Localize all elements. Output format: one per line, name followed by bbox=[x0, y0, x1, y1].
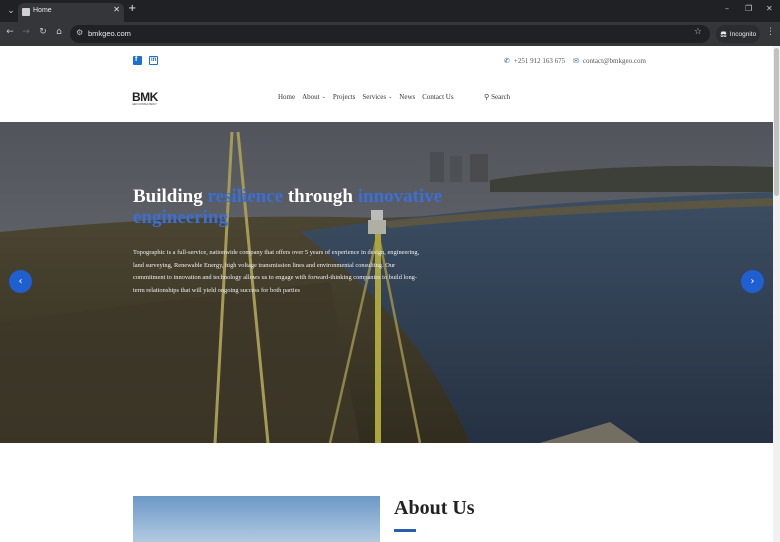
email-address: contact@bmkgeo.com bbox=[582, 57, 646, 65]
url-text[interactable]: bmkgeo.com bbox=[88, 29, 131, 38]
about-image bbox=[133, 496, 380, 542]
nav-item-label: News bbox=[399, 93, 416, 101]
nav-menu: Home About ⌄ Projects Services ⌄ News Cont… bbox=[278, 93, 454, 101]
reload-button[interactable]: ↻ bbox=[37, 27, 49, 37]
new-tab-button[interactable]: + bbox=[128, 3, 136, 14]
search-label: Search bbox=[491, 93, 511, 101]
browser-toolbar: ← → ↻ ⌂ ⚙ bmkgeo.com ☆ Incognito ⋮ bbox=[0, 22, 780, 46]
search-button[interactable]: ⚲ Search bbox=[484, 93, 510, 101]
forward-button[interactable]: → bbox=[20, 27, 32, 37]
nav-item-projects[interactable]: Projects bbox=[333, 93, 356, 101]
chevron-left-icon: ‹ bbox=[18, 276, 23, 287]
hero-title: Building resilience through innovative e… bbox=[133, 186, 453, 228]
email-contact[interactable]: ✉ contact@bmkgeo.com bbox=[573, 57, 646, 65]
favicon-icon bbox=[22, 8, 30, 16]
restore-button[interactable]: ❐ bbox=[745, 4, 752, 13]
window-close-button[interactable]: ✕ bbox=[766, 4, 773, 13]
carousel-prev-button[interactable]: ‹ bbox=[9, 270, 32, 293]
site-logo[interactable]: BMK GEO CONSULTANCY bbox=[132, 91, 162, 111]
hero-description: Topographic is a full-service, nationwid… bbox=[133, 249, 420, 294]
nav-item-news[interactable]: News bbox=[399, 93, 415, 101]
hero-title-part: Building bbox=[133, 186, 208, 207]
chevron-down-icon: ⌄ bbox=[388, 94, 393, 100]
hero-carousel: Building resilience through innovative e… bbox=[0, 122, 773, 443]
scrollbar-thumb[interactable] bbox=[774, 48, 779, 196]
incognito-label: Incognito bbox=[729, 30, 757, 38]
tab-search-icon[interactable]: ⌄ bbox=[4, 4, 18, 18]
browser-tabstrip: ⌄ Home ✕ + – ❐ ✕ bbox=[0, 0, 780, 22]
nav-item-services[interactable]: Services ⌄ bbox=[362, 93, 392, 101]
logo-text: BMK bbox=[132, 90, 158, 104]
main-navbar: BMK GEO CONSULTANCY Home About ⌄ Projects… bbox=[0, 76, 773, 122]
nav-item-label: About bbox=[302, 93, 320, 101]
tab-close-icon[interactable]: ✕ bbox=[113, 5, 120, 14]
nav-item-label: Contact Us bbox=[422, 93, 454, 101]
incognito-icon bbox=[720, 31, 727, 37]
chevron-right-icon: › bbox=[750, 276, 755, 287]
search-icon: ⚲ bbox=[484, 93, 490, 101]
home-button[interactable]: ⌂ bbox=[53, 27, 65, 37]
hero-title-part: through bbox=[283, 186, 358, 207]
carousel-next-button[interactable]: › bbox=[741, 270, 764, 293]
email-icon: ✉ bbox=[573, 57, 579, 65]
address-bar[interactable]: ⚙ bmkgeo.com ☆ bbox=[70, 25, 710, 43]
bookmark-star-icon[interactable]: ☆ bbox=[694, 27, 702, 37]
page-scrollbar[interactable] bbox=[773, 46, 780, 542]
browser-menu-icon[interactable]: ⋮ bbox=[766, 27, 775, 37]
web-page: f in ✆ +251 912 163 675 ✉ contact@bmkgeo… bbox=[0, 46, 773, 542]
tab-title: Home bbox=[33, 7, 52, 14]
site-info-icon[interactable]: ⚙ bbox=[76, 28, 83, 37]
nav-item-contact[interactable]: Contact Us bbox=[422, 93, 453, 101]
hero-title-highlight: resilience bbox=[207, 186, 284, 207]
nav-item-label: Services bbox=[362, 93, 387, 101]
facebook-icon[interactable]: f bbox=[133, 56, 142, 65]
phone-icon: ✆ bbox=[504, 57, 510, 65]
about-title: About Us bbox=[394, 497, 475, 519]
phone-contact[interactable]: ✆ +251 912 163 675 bbox=[504, 57, 565, 65]
about-underline bbox=[394, 529, 416, 532]
nav-item-label: Home bbox=[278, 93, 296, 101]
chevron-down-icon: ⌄ bbox=[321, 94, 326, 100]
incognito-badge[interactable]: Incognito bbox=[716, 25, 760, 43]
nav-item-label: Projects bbox=[332, 93, 356, 101]
top-contact-bar: f in ✆ +251 912 163 675 ✉ contact@bmkgeo… bbox=[0, 46, 773, 76]
back-button[interactable]: ← bbox=[4, 27, 16, 37]
nav-item-about[interactable]: About ⌄ bbox=[302, 93, 326, 101]
minimize-button[interactable]: – bbox=[725, 4, 729, 13]
phone-number: +251 912 163 675 bbox=[513, 57, 566, 65]
linkedin-icon[interactable]: in bbox=[149, 56, 158, 65]
nav-item-home[interactable]: Home bbox=[278, 93, 295, 101]
browser-tab[interactable]: Home ✕ bbox=[18, 3, 124, 22]
